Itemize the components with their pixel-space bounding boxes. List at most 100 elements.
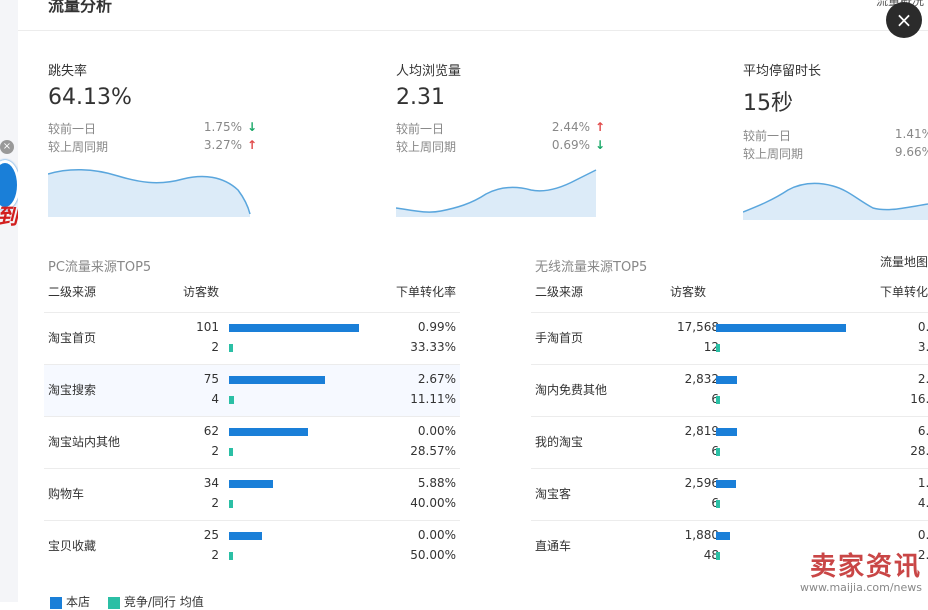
wl-col-conversion[interactable]: 下单转化 — [880, 283, 928, 300]
row-bar-store — [716, 480, 736, 488]
row-rate-peer: 40.00% — [410, 496, 456, 510]
left-floating-ad[interactable]: × 到 — [0, 0, 20, 602]
row-visitors-peer: 6 — [659, 496, 719, 510]
pageviews-sparkline — [396, 169, 597, 217]
watermark-url: www.maijia.com/news — [799, 581, 922, 594]
row-visitors-store: 25 — [203, 528, 219, 542]
wl-table-row[interactable]: 手淘首页 17,568 12 0.6 3.5 — [531, 312, 928, 365]
row-visitors-peer: 6 — [659, 444, 719, 458]
row-bar-store — [229, 428, 309, 436]
pc-table-row[interactable]: 淘宝首页 101 2 0.99% 33.33% — [44, 312, 460, 365]
wl-table-row[interactable]: 我的淘宝 2,819 6 6.7 28.4 — [531, 416, 928, 469]
pc-table-row[interactable]: 淘宝搜索 75 4 2.67% 11.11% — [44, 364, 460, 417]
row-visitors-peer: 12 — [703, 340, 719, 354]
compare-value: 1.41% — [894, 127, 928, 141]
row-source: 我的淘宝 — [535, 435, 584, 449]
row-visitors-peer: 2 — [211, 340, 219, 354]
metric-value: 15秒 — [743, 91, 793, 116]
pc-col-conversion[interactable]: 下单转化率 — [396, 283, 456, 300]
compare-value: 9.66% — [894, 145, 928, 159]
row-source: 手淘首页 — [535, 331, 584, 345]
row-bar-store — [716, 324, 846, 332]
metric-value: 2.31 — [396, 85, 445, 110]
duration-sparkline — [743, 182, 928, 220]
row-rate-store: 1.3 — [917, 476, 928, 490]
row-source: 淘宝站内其他 — [48, 435, 121, 449]
compare-prev-day: 较前一日 1.41% — [743, 127, 928, 145]
row-bar-peer — [229, 552, 233, 560]
row-rate-store: 2.67% — [417, 372, 456, 386]
compare-label: 较上周同期 — [396, 140, 457, 154]
arrow-down-icon: ↓ — [594, 138, 606, 152]
pc-table-row[interactable]: 宝贝收藏 25 2 0.00% 50.00% — [44, 520, 460, 573]
watermark: 卖家资讯 www.maijia.com/news — [800, 553, 922, 594]
traffic-map-link[interactable]: 流量地图 — [880, 253, 928, 270]
metric-label: 跳失率 — [48, 64, 88, 79]
legend-label-peer: 竞争/同行 均值 — [123, 595, 204, 609]
compare-prev-week: 较上周同期 3.27% ↑ — [48, 138, 258, 156]
row-rate-peer: 50.00% — [410, 548, 456, 562]
traffic-analysis-panel: 流量分析 流量概况 跳失率 64.13% 较前一日 1.75% ↓ 较上周同期 … — [18, 0, 928, 609]
row-visitors-peer: 2 — [211, 496, 219, 510]
compare-label: 较上周同期 — [48, 140, 109, 154]
row-rate-store: 5.88% — [417, 476, 456, 490]
row-rate-peer: 4.6 — [917, 496, 928, 510]
row-bar-store — [716, 532, 731, 540]
pc-table-row[interactable]: 购物车 34 2 5.88% 40.00% — [44, 468, 460, 521]
wl-table-row[interactable]: 淘宝客 2,596 6 1.3 4.6 — [531, 468, 928, 521]
panel-title: 流量分析 — [48, 0, 113, 15]
row-rate-store: 6.7 — [917, 424, 928, 438]
row-rate-peer: 3.5 — [917, 340, 928, 354]
close-icon[interactable]: × — [886, 2, 922, 38]
row-bar-peer — [716, 552, 720, 560]
wl-col-visitors[interactable]: 访客数 — [670, 283, 706, 300]
row-rate-peer: 33.33% — [410, 340, 456, 354]
row-bar-peer — [716, 396, 720, 404]
ad-logo — [0, 160, 20, 210]
row-rate-store: 0.00% — [417, 424, 456, 438]
wireless-section-title: 无线流量来源TOP5 — [535, 260, 648, 275]
wl-table-row[interactable]: 淘内免费其他 2,832 6 2.3 16.6 — [531, 364, 928, 417]
compare-prev-week: 较上周同期 9.66% — [743, 145, 928, 163]
row-bar-store — [229, 376, 326, 384]
ad-text: 到 — [0, 207, 18, 246]
row-source: 淘宝搜索 — [48, 383, 97, 397]
arrow-up-icon: ↑ — [594, 120, 606, 134]
row-rate-peer: 11.11% — [410, 392, 456, 406]
pc-section-title: PC流量来源TOP5 — [48, 260, 152, 275]
row-rate-store: 0.8 — [917, 528, 928, 542]
row-bar-peer — [229, 344, 233, 352]
compare-value: 0.69% — [551, 138, 590, 152]
row-visitors-peer: 6 — [659, 392, 719, 406]
row-visitors-peer: 48 — [703, 548, 719, 562]
row-rate-peer: 28.4 — [910, 444, 928, 458]
row-bar-peer — [229, 448, 233, 456]
compare-prev-week: 较上周同期 0.69% ↓ — [396, 138, 606, 156]
metric-avg-duration: 平均停留时长 15秒 较前一日 1.41% 较上周同期 9.66% — [743, 60, 928, 163]
pc-table-row[interactable]: 淘宝站内其他 62 2 0.00% 28.57% — [44, 416, 460, 469]
row-visitors-store: 101 — [196, 320, 219, 334]
compare-value: 2.44% — [551, 120, 590, 134]
row-bar-store — [229, 532, 262, 540]
row-visitors-store: 17,568 — [677, 320, 719, 334]
row-visitors-store: 2,832 — [684, 372, 719, 386]
row-bar-store — [229, 480, 274, 488]
row-visitors-store: 75 — [203, 372, 219, 386]
row-bar-peer — [716, 344, 720, 352]
row-rate-store: 2.3 — [917, 372, 928, 386]
compare-label: 较前一日 — [743, 129, 792, 143]
row-source: 购物车 — [48, 487, 85, 501]
row-visitors-peer: 2 — [211, 548, 219, 562]
row-source: 宝贝收藏 — [48, 539, 97, 553]
row-visitors-store: 1,880 — [684, 528, 719, 542]
row-bar-store — [716, 376, 737, 384]
row-rate-store: 0.99% — [417, 320, 456, 334]
row-visitors-store: 62 — [203, 424, 219, 438]
compare-value: 3.27% — [203, 138, 242, 152]
row-bar-peer — [229, 396, 235, 404]
arrow-down-icon: ↓ — [246, 120, 258, 134]
pc-col-visitors[interactable]: 访客数 — [183, 283, 219, 300]
row-source: 淘宝首页 — [48, 331, 97, 345]
ad-close-icon[interactable]: × — [0, 140, 14, 154]
legend-swatch-peer — [107, 596, 120, 609]
